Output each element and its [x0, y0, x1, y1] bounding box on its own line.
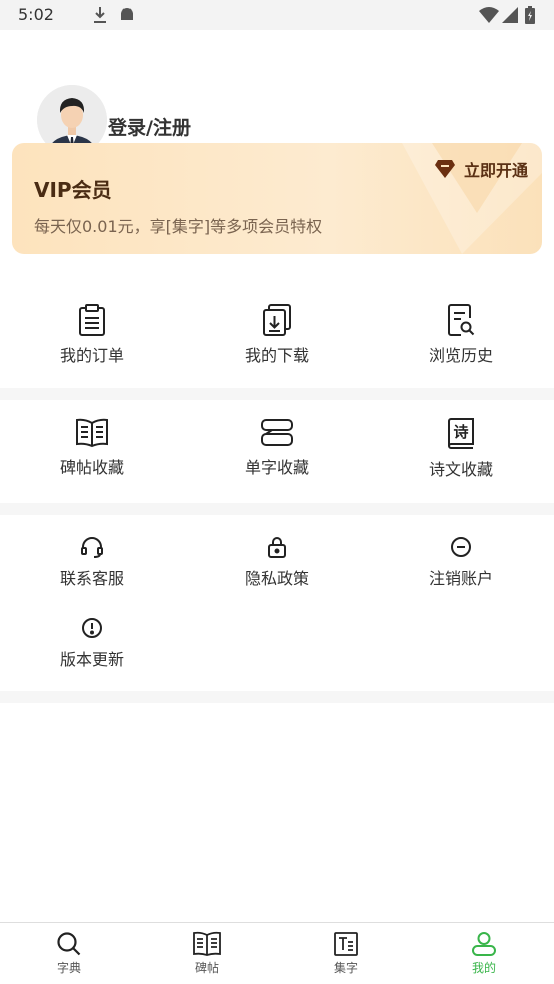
my-orders-item[interactable]: 我的订单 — [0, 304, 184, 366]
history-icon — [448, 304, 475, 336]
privacy-policy-item[interactable]: 隐私政策 — [185, 535, 369, 589]
delete-account-label: 注销账户 — [428, 569, 493, 588]
character-collection-item[interactable]: 单字收藏 — [185, 418, 369, 478]
contact-service-item[interactable]: 联系客服 — [0, 535, 184, 589]
user-icon — [472, 932, 496, 956]
book-icon — [193, 931, 221, 956]
privacy-policy-label: 隐私政策 — [244, 569, 309, 588]
vip-title: VIP会员 — [34, 178, 112, 202]
book-open-icon — [76, 418, 108, 448]
text-icon — [334, 932, 358, 956]
clipboard-icon — [79, 304, 105, 336]
section-divider — [0, 503, 554, 515]
minus-circle-icon — [451, 537, 471, 557]
tab-stele-label: 碑帖 — [194, 961, 219, 975]
headset-icon — [81, 537, 103, 558]
my-orders-label: 我的订单 — [59, 346, 124, 365]
stele-collection-item[interactable]: 碑帖收藏 — [0, 418, 184, 478]
svg-text:诗: 诗 — [453, 423, 468, 441]
tab-collect-label: 集字 — [333, 961, 358, 975]
signal-icon — [502, 7, 518, 23]
vip-description: 每天仅0.01元，享[集字]等多项会员特权 — [34, 217, 323, 236]
stack-icon — [261, 419, 293, 446]
wifi-icon — [479, 7, 499, 23]
browse-history-label: 浏览历史 — [428, 346, 493, 365]
delete-account-item[interactable]: 注销账户 — [369, 535, 553, 589]
poem-collection-label: 诗文收藏 — [428, 460, 493, 479]
menu-section-orders: 我的订单 我的下载 浏览历史 — [0, 290, 554, 388]
menu-section-collections: 碑帖收藏 单字收藏 诗 诗文收藏 — [0, 400, 554, 503]
version-update-label: 版本更新 — [59, 650, 124, 669]
poem-book-icon: 诗 — [448, 418, 474, 449]
vip-open-button[interactable]: 立即开通 — [434, 157, 528, 181]
my-downloads-item[interactable]: 我的下载 — [185, 304, 369, 366]
vip-card[interactable]: VIP会员 每天仅0.01元，享[集字]等多项会员特权 立即开通 — [12, 143, 542, 254]
alert-circle-icon — [82, 618, 102, 638]
browse-history-item[interactable]: 浏览历史 — [369, 304, 553, 366]
android-icon — [121, 8, 133, 20]
tab-stele[interactable]: 碑帖 — [138, 923, 276, 984]
tab-mine[interactable]: 我的 — [415, 923, 553, 984]
bottom-tab-bar: 字典 碑帖 集字 我的 — [0, 922, 554, 984]
download-icon — [263, 304, 291, 336]
poem-collection-item[interactable]: 诗 诗文收藏 — [369, 418, 553, 480]
diamond-icon — [434, 160, 455, 178]
tab-dictionary-label: 字典 — [56, 961, 81, 975]
contact-service-label: 联系客服 — [59, 569, 124, 588]
battery-icon — [525, 6, 535, 24]
section-divider — [0, 691, 554, 703]
stele-collection-label: 碑帖收藏 — [59, 458, 124, 477]
login-register-link[interactable]: 登录/注册 — [108, 113, 191, 140]
tab-mine-label: 我的 — [471, 961, 496, 975]
menu-section-settings: 联系客服 隐私政策 注销账户 版本更新 — [0, 515, 554, 691]
my-downloads-label: 我的下载 — [244, 346, 309, 365]
character-collection-label: 单字收藏 — [244, 458, 309, 477]
search-icon — [57, 932, 81, 956]
vip-open-label: 立即开通 — [463, 161, 528, 180]
lock-icon — [268, 537, 286, 558]
tab-collect[interactable]: 集字 — [277, 923, 415, 984]
status-bar: 5:02 — [0, 0, 554, 30]
version-update-item[interactable]: 版本更新 — [0, 616, 184, 670]
status-time: 5:02 — [18, 5, 54, 24]
section-divider — [0, 388, 554, 400]
download-notification-icon — [94, 7, 106, 23]
tab-dictionary[interactable]: 字典 — [0, 923, 138, 984]
